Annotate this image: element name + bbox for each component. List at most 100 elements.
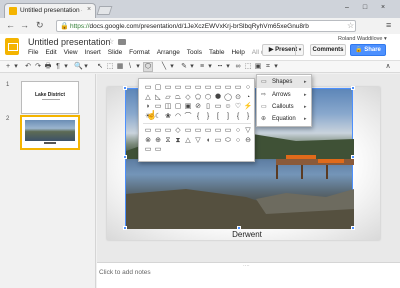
line-weight-dropdown-icon[interactable]: ▾ <box>206 63 214 71</box>
line-style-dropdown-icon[interactable]: ▾ <box>168 63 176 71</box>
maximize-button[interactable]: □ <box>356 2 374 13</box>
back-arrow-icon[interactable]: ← <box>6 20 15 30</box>
shape-option[interactable]: ▭ <box>153 126 163 135</box>
shape-option[interactable]: ⊗ <box>143 136 153 145</box>
slide-thumbnail-1[interactable]: Lake District <box>21 81 79 114</box>
select-icon[interactable]: ↖ <box>96 63 104 71</box>
url-input[interactable]: 🔒 https://docs.google.com/presentation/d… <box>56 20 356 32</box>
shape-option[interactable]: ⚡ <box>243 102 253 111</box>
shape-option[interactable]: ▢ <box>153 83 163 92</box>
line-dash-dropdown-icon[interactable]: ▾ <box>224 63 232 71</box>
shape-option[interactable]: ○ <box>233 136 243 145</box>
shape-option[interactable]: ▭ <box>173 83 183 92</box>
shape-option[interactable]: ◇ <box>183 93 193 102</box>
shape-option[interactable]: [ <box>213 112 223 121</box>
shape-option[interactable]: ♡ <box>233 102 243 111</box>
menu-table[interactable]: Table <box>209 49 225 56</box>
shape-icon[interactable]: ⬡ <box>143 62 153 72</box>
shape-option[interactable]: ▭ <box>163 83 173 92</box>
shape-option[interactable]: ▽ <box>243 126 253 135</box>
zoom-icon[interactable]: 🔍 <box>74 63 83 71</box>
line-dropdown-icon[interactable]: ▾ <box>134 63 142 71</box>
new-tab-button[interactable] <box>96 6 113 15</box>
paint-format-icon[interactable]: ¶ <box>54 63 62 71</box>
new-slide-icon[interactable]: + <box>4 63 12 71</box>
shape-option[interactable]: ▭ <box>193 83 203 92</box>
shape-option[interactable]: ⊖ <box>243 136 253 145</box>
shape-option[interactable]: ▱ <box>163 93 173 102</box>
shape-option[interactable]: ] <box>223 112 233 121</box>
shape-option[interactable]: ▭ <box>183 83 193 92</box>
account-name[interactable]: Roland Waddilove ▾ <box>338 36 387 42</box>
pen-icon[interactable]: ✎ <box>180 63 188 71</box>
shape-option[interactable]: ▭ <box>213 136 223 145</box>
document-title[interactable]: Untitled presentation <box>28 37 111 47</box>
shape-option[interactable]: ▭ <box>223 126 233 135</box>
shape-option[interactable]: } <box>243 112 253 121</box>
notes-resize-grip[interactable]: ···· <box>243 263 250 269</box>
shape-option[interactable]: ○ <box>233 126 243 135</box>
shape-option[interactable]: ⬠ <box>193 93 203 102</box>
menu-file[interactable]: File <box>28 49 38 56</box>
resize-handle[interactable] <box>351 155 355 159</box>
pen-dropdown-icon[interactable]: ▾ <box>188 63 196 71</box>
paint-format-dropdown-icon[interactable]: ▾ <box>62 63 70 71</box>
line-weight-icon[interactable]: ≡ <box>198 63 206 71</box>
shape-option[interactable]: ⏢ <box>173 93 183 102</box>
close-window-button[interactable]: × <box>374 2 392 13</box>
speaker-notes[interactable]: ···· Click to add notes <box>97 262 400 288</box>
shape-option[interactable]: ◯ <box>223 93 233 102</box>
menu-item-equation[interactable]: ⊕ Equation ▸ <box>257 113 311 125</box>
shape-option[interactable]: ○ <box>243 83 253 92</box>
crop-icon[interactable]: ⌗ <box>264 63 272 71</box>
shape-option[interactable]: ▯ <box>203 102 213 111</box>
shape-option[interactable]: ▭ <box>183 126 193 135</box>
slide-caption[interactable]: Derwent <box>207 230 287 239</box>
resize-handle[interactable] <box>351 86 355 90</box>
resize-handle[interactable] <box>123 155 127 159</box>
star-icon[interactable]: ☆ <box>107 37 114 46</box>
shape-option[interactable]: { <box>233 112 243 121</box>
present-dropdown-icon[interactable]: ▾ <box>295 44 304 56</box>
shape-option[interactable]: ⧖ <box>163 136 173 145</box>
image-icon[interactable]: ▦ <box>116 63 124 71</box>
browser-tab[interactable]: Untitled presentation - Go × <box>4 3 96 18</box>
new-slide-dropdown-icon[interactable]: ▾ <box>12 63 20 71</box>
shape-option[interactable]: ▭ <box>143 126 153 135</box>
shape-option[interactable]: ⬭ <box>223 136 233 145</box>
menu-help[interactable]: Help <box>231 49 244 56</box>
shape-option[interactable]: ◠ <box>173 112 183 121</box>
shape-option[interactable]: } <box>203 112 213 121</box>
shape-option[interactable]: ▭ <box>143 83 153 92</box>
folder-icon[interactable] <box>118 39 126 45</box>
shape-option[interactable]: ⧗ <box>173 136 183 145</box>
shape-option[interactable]: ▭ <box>213 126 223 135</box>
menu-item-shapes[interactable]: ▭ Shapes ▸ <box>257 76 311 88</box>
menu-item-callouts[interactable]: ▭ Callouts ▸ <box>257 101 311 113</box>
shape-option[interactable]: ▭ <box>193 126 203 135</box>
resize-handle[interactable] <box>351 226 355 230</box>
shape-option[interactable]: ⯃ <box>213 93 223 102</box>
comments-button[interactable]: Comments <box>310 44 346 56</box>
menu-arrange[interactable]: Arrange <box>157 49 180 56</box>
zoom-dropdown-icon[interactable]: ▾ <box>82 63 90 71</box>
text-box-icon[interactable]: ⬚ <box>106 63 114 71</box>
resize-handle[interactable] <box>123 226 127 230</box>
browser-menu-icon[interactable]: ≡ <box>386 20 391 30</box>
shape-option[interactable]: ▭ <box>233 83 243 92</box>
shape-option[interactable]: ▽ <box>193 136 203 145</box>
resize-handle[interactable] <box>123 86 127 90</box>
shape-option[interactable]: ☺ <box>223 102 233 111</box>
shape-option[interactable]: ❀ <box>163 112 173 121</box>
shape-option[interactable]: △ <box>143 93 153 102</box>
background-icon[interactable]: ▣ <box>254 63 262 71</box>
crop-dropdown-icon[interactable]: ▾ <box>272 63 280 71</box>
shape-option[interactable]: ▭ <box>203 83 213 92</box>
shape-option[interactable]: ◖ <box>203 136 213 145</box>
menu-insert[interactable]: Insert <box>85 49 101 56</box>
shape-option[interactable]: { <box>193 112 203 121</box>
shape-option[interactable]: ◺ <box>153 93 163 102</box>
slide-thumbnail-2[interactable] <box>20 115 80 150</box>
shape-option[interactable]: ⬡ <box>203 93 213 102</box>
line-dash-icon[interactable]: ┅ <box>216 63 224 71</box>
